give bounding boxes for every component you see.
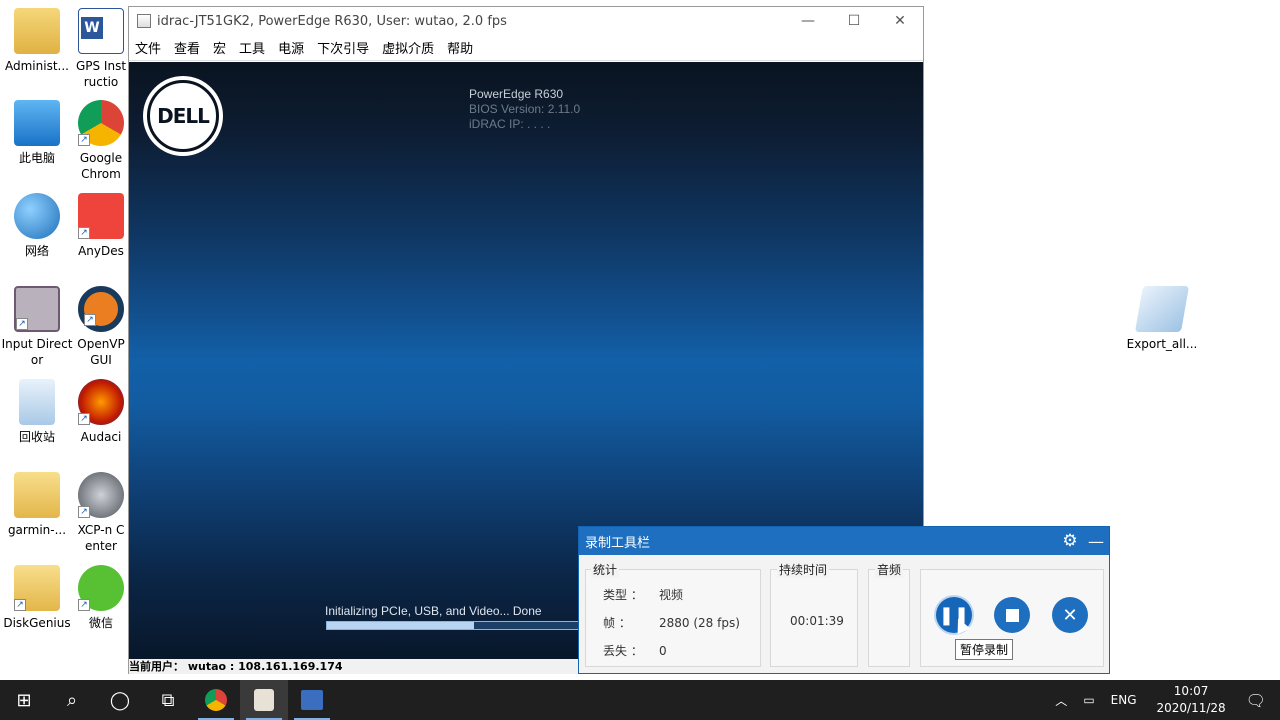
desktop-icon-openvpn[interactable]: ↗ OpenVP GUI xyxy=(74,286,128,368)
pause-tooltip: 暂停录制 xyxy=(955,639,1014,660)
desktop-icon-administrator[interactable]: Administ... xyxy=(0,8,74,74)
shortcut-arrow-icon: ↗ xyxy=(16,318,28,330)
server-model: PowerEdge R630 xyxy=(469,87,564,101)
word-document-icon: W xyxy=(78,8,124,54)
maximize-button[interactable]: ☐ xyxy=(831,7,877,35)
shortcut-arrow-icon: ↗ xyxy=(78,227,90,239)
clock-date: 2020/11/28 xyxy=(1156,701,1226,715)
notification-icon[interactable]: 🗨 xyxy=(1238,691,1280,710)
close-button[interactable]: ✕ xyxy=(877,7,923,35)
taskbar-network-app[interactable] xyxy=(288,680,336,720)
menu-power[interactable]: 电源 xyxy=(278,38,304,57)
window-title: idrac-JT51GK2, PowerEdge R630, User: wut… xyxy=(157,13,507,29)
battery-icon[interactable]: ▭ xyxy=(1075,693,1102,707)
anydesk-icon: ↗ xyxy=(78,193,124,239)
java-icon xyxy=(254,689,274,711)
network-globe-icon xyxy=(14,193,60,239)
close-recording-button[interactable]: ✕ xyxy=(1052,597,1088,633)
chrome-icon xyxy=(205,689,227,711)
menu-macro[interactable]: 宏 xyxy=(213,38,226,57)
stat-type: 类型 ：视频 xyxy=(603,588,684,602)
taskbar: ⊞ ⌕ ◯ ⧉ ︿ ▭ ENG 10:07 2020/11/28 🗨 xyxy=(0,680,1280,720)
chevron-up-icon[interactable]: ︿ xyxy=(1047,692,1075,709)
menu-tools[interactable]: 工具 xyxy=(239,38,265,57)
window-titlebar[interactable]: idrac-JT51GK2, PowerEdge R630, User: wut… xyxy=(129,7,923,35)
shortcut-arrow-icon: ↗ xyxy=(78,134,90,146)
folder-icon xyxy=(14,472,60,518)
audio-title: 音频 xyxy=(875,561,904,578)
minimize-icon[interactable]: — xyxy=(1083,532,1109,551)
recording-toolbar[interactable]: 录制工具栏 ⚙ — 统计 类型 ：视频 帧 ： 2880 (28 fps) 丢失 … xyxy=(578,526,1110,674)
shortcut-arrow-icon: ↗ xyxy=(78,506,90,518)
desktop-icon-wechat[interactable]: ↗ 微信 xyxy=(74,565,128,631)
stop-recording-button[interactable] xyxy=(994,597,1030,633)
shortcut-arrow-icon: ↗ xyxy=(84,314,96,326)
user-folder-icon xyxy=(14,8,60,54)
shortcut-arrow-icon: ↗ xyxy=(78,413,90,425)
shortcut-arrow-icon: ↗ xyxy=(14,599,26,611)
desktop-icon-garmin[interactable]: garmin-... xyxy=(0,472,74,538)
start-button[interactable]: ⊞ xyxy=(0,680,48,720)
minimize-button[interactable]: — xyxy=(785,7,831,35)
desktop-icon-this-pc[interactable]: 此电脑 xyxy=(0,100,74,166)
stop-icon xyxy=(1005,608,1019,622)
menu-bar: 文件 查看 宏 工具 电源 下次引导 虚拟介质 帮助 xyxy=(129,35,923,61)
task-view-icon[interactable]: ⧉ xyxy=(144,680,192,720)
desktop-icon-gps-instructions[interactable]: W GPS Instructio xyxy=(74,8,128,90)
desktop-icon-anydesk[interactable]: ↗ AnyDes xyxy=(74,193,128,259)
desktop-icon-chrome[interactable]: ↗ Google Chrom xyxy=(74,100,128,182)
taskbar-chrome[interactable] xyxy=(192,680,240,720)
clock[interactable]: 10:07 2020/11/28 xyxy=(1145,683,1238,717)
menu-help[interactable]: 帮助 xyxy=(447,38,473,57)
recording-toolbar-header[interactable]: 录制工具栏 ⚙ — xyxy=(579,527,1109,555)
boot-progress-fill xyxy=(327,622,475,629)
audacity-icon: ↗ xyxy=(78,379,124,425)
desktop-icon-audacity[interactable]: ↗ Audaci xyxy=(74,379,128,445)
bios-version: BIOS Version: 2.11.0 xyxy=(469,102,581,116)
duration-title: 持续时间 xyxy=(777,561,830,578)
menu-file[interactable]: 文件 xyxy=(135,38,161,57)
desktop-icon-recycle-bin[interactable]: 回收站 xyxy=(0,379,74,445)
audio-panel xyxy=(868,569,910,667)
shortcut-arrow-icon: ↗ xyxy=(78,599,90,611)
search-icon[interactable]: ⌕ xyxy=(48,680,96,720)
system-tray: ︿ ▭ ENG 10:07 2020/11/28 🗨 xyxy=(1047,680,1280,720)
network-app-icon xyxy=(301,690,323,710)
recycle-bin-icon xyxy=(19,379,55,425)
bios-info: PowerEdge R630 BIOS Version: 2.11.0 iDRA… xyxy=(469,87,580,132)
init-status-text: Initializing PCIe, USB, and Video... Don… xyxy=(325,604,542,618)
stats-title: 统计 xyxy=(591,561,620,578)
taskbar-java[interactable] xyxy=(240,680,288,720)
desktop-icon-input-director[interactable]: ↗ Input Director xyxy=(0,286,74,368)
wechat-icon: ↗ xyxy=(78,565,124,611)
java-app-icon xyxy=(137,14,151,28)
gear-icon[interactable]: ⚙ xyxy=(1057,531,1083,551)
folder-icon: ↗ xyxy=(14,565,60,611)
openvpn-icon: ↗ xyxy=(78,286,124,332)
boot-progress-bar xyxy=(326,621,586,630)
duration-value: 00:01:39 xyxy=(790,614,844,628)
clock-time: 10:07 xyxy=(1173,684,1209,698)
desktop-icon-xcp-center[interactable]: ↗ XCP-n Center xyxy=(74,472,128,554)
cortana-icon[interactable]: ◯ xyxy=(96,680,144,720)
desktop-icon-diskgenius[interactable]: ↗ DiskGenius xyxy=(0,565,74,631)
computer-icon xyxy=(14,100,60,146)
language-indicator[interactable]: ENG xyxy=(1103,693,1145,707)
chrome-icon: ↗ xyxy=(78,100,124,146)
idrac-ip: iDRAC IP: . . . . xyxy=(469,117,551,131)
desktop-icon-network[interactable]: 网络 xyxy=(0,193,74,259)
recording-toolbar-title: 录制工具栏 xyxy=(585,535,651,551)
dell-logo: DELL xyxy=(143,76,223,156)
desktop-icon-export-all[interactable]: Export_all... xyxy=(1124,286,1200,352)
stat-lost: 丢失 ： 0 xyxy=(603,644,667,658)
menu-next-boot[interactable]: 下次引导 xyxy=(317,38,369,57)
menu-view[interactable]: 查看 xyxy=(174,38,200,57)
stat-frames: 帧 ： 2880 (28 fps) xyxy=(603,616,740,630)
xcp-center-icon: ↗ xyxy=(78,472,124,518)
menu-virtual-media[interactable]: 虚拟介质 xyxy=(382,38,434,57)
text-file-icon xyxy=(1134,286,1190,332)
input-director-icon: ↗ xyxy=(14,286,60,332)
